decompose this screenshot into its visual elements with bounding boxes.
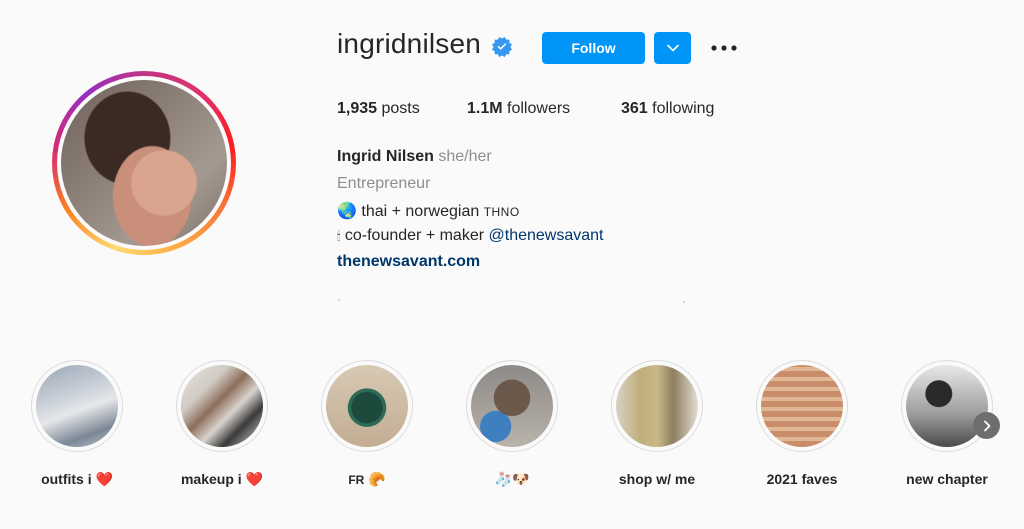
following-count: 361 — [621, 100, 648, 117]
chevron-right-icon — [983, 420, 990, 431]
followers-label: followers — [507, 100, 571, 117]
highlight-label: FR 🥐 — [348, 472, 386, 488]
highlight-cover — [176, 360, 268, 452]
highlight-cover — [31, 360, 123, 452]
more-options-button[interactable] — [708, 36, 740, 60]
highlight-item[interactable]: FR 🥐 — [294, 360, 440, 488]
follow-button[interactable]: Follow — [542, 32, 645, 64]
followers-count: 1.1M — [467, 100, 503, 117]
socks-dog-emoji: 🧦🐶 — [494, 472, 530, 488]
highlight-label: shop w/ me — [618, 471, 696, 487]
website-link[interactable]: thenewsavant.com — [337, 253, 480, 271]
pronouns: she/her — [438, 148, 492, 165]
profile-avatar[interactable] — [52, 71, 236, 255]
mention-link[interactable]: @thenewsavant — [489, 227, 604, 244]
candle-emoji: 🕯 — [337, 229, 341, 243]
bio-full-name-line: Ingrid Nilsen she/her — [337, 148, 492, 166]
more-options-icon — [711, 45, 737, 51]
highlight-label: 🧦🐶 — [495, 471, 530, 488]
verified-badge-icon — [492, 37, 512, 57]
globe-emoji: 🌏 — [337, 201, 357, 220]
avatar-photo — [61, 80, 227, 246]
divider-dot — [683, 301, 685, 303]
highlight-label: outfits i ❤️ — [41, 471, 113, 488]
profile-page: ingridnilsen Follow 1,935 posts 1.1M fol… — [0, 0, 1024, 529]
highlight-cover — [756, 360, 848, 452]
followers-stat[interactable]: 1.1M followers — [467, 100, 570, 118]
chevron-down-icon — [666, 44, 679, 52]
croissant-emoji: 🥐 — [368, 472, 386, 488]
following-stat[interactable]: 361 following — [621, 100, 714, 118]
posts-label: posts — [381, 100, 420, 117]
highlight-item[interactable]: outfits i ❤️ — [4, 360, 150, 488]
username: ingridnilsen — [337, 28, 482, 59]
heart-emoji: ❤️ — [245, 472, 264, 488]
highlight-item[interactable]: 2021 faves — [729, 360, 875, 487]
bio-line-1-caps: THNO — [483, 205, 520, 219]
bio-line-2-text: co-founder + maker — [344, 227, 485, 244]
bio-line-1-text: thai + norwegian — [361, 203, 480, 220]
highlight-label: 2021 faves — [766, 471, 838, 487]
posts-stat: 1,935 posts — [337, 100, 420, 118]
highlight-cover — [901, 360, 993, 452]
category: Entrepreneur — [337, 175, 431, 192]
highlights-next-button[interactable] — [973, 412, 1000, 439]
highlight-item[interactable]: makeup i ❤️ — [149, 360, 295, 488]
bio-line-1: 🌏 thai + norwegian THNO — [337, 201, 520, 221]
posts-count: 1,935 — [337, 100, 378, 117]
highlight-cover — [466, 360, 558, 452]
divider-dot — [338, 299, 340, 301]
highlight-item[interactable]: shop w/ me — [584, 360, 730, 487]
highlight-label: new chapter — [906, 471, 988, 487]
suggested-accounts-dropdown-button[interactable] — [654, 32, 691, 64]
highlight-item[interactable]: 🧦🐶 — [439, 360, 585, 488]
highlight-label: makeup i ❤️ — [180, 471, 264, 488]
bio-line-2: 🕯 co-founder + maker @thenewsavant — [337, 227, 604, 245]
full-name: Ingrid Nilsen — [337, 148, 434, 165]
following-label: following — [652, 100, 715, 117]
highlight-cover — [611, 360, 703, 452]
heart-emoji: ❤️ — [95, 472, 113, 488]
highlight-cover — [321, 360, 413, 452]
